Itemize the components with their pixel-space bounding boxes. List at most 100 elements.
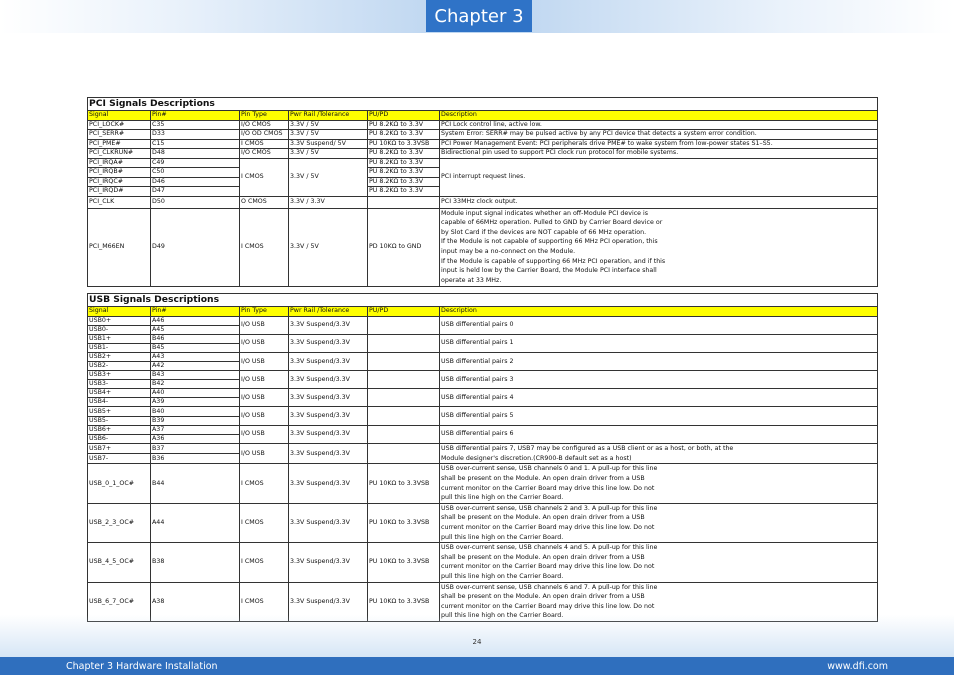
footer-chapter-title: Chapter 3 Hardware Installation	[66, 660, 218, 672]
pu-pd-cell	[367, 370, 440, 390]
pin-cell: D49	[150, 207, 240, 287]
pwr-rail-cell: 3.3V / 5V	[288, 207, 368, 287]
pu-pd-cell	[367, 406, 440, 426]
page-number: 24	[472, 638, 482, 646]
pin-type-cell: I/O USB	[239, 351, 289, 372]
col-description: Description	[438, 305, 879, 317]
usb-table-title: USB Signals Descriptions	[86, 293, 879, 307]
table-row: PCI_LOCK# C35 I/O CMOS 3.3V / 5V PU 8.2KΩ to…	[87, 119, 879, 130]
signal-cell: USB3-	[87, 379, 151, 390]
pin-cell: B40	[150, 406, 240, 417]
pin-type-cell: I/O USB	[239, 315, 289, 335]
description-line: current monitor on the Carrier Board may…	[441, 602, 655, 610]
pin-cell: C15	[150, 138, 240, 149]
signal-cell: USB_2_3_OC#	[87, 502, 151, 544]
table-row: PCI_IRQA# C49 I CMOS 3.3V / 5V PU 8.2KΩ to 3…	[87, 157, 879, 197]
pu-pd-cell: PU 10KΩ to 3.3VSB	[367, 463, 440, 504]
pwr-rail-cell: 3.3V Suspend/3.3V	[288, 424, 368, 444]
signal-cell: PCI_IRQD#	[87, 186, 151, 197]
pu-pd-cell	[367, 333, 440, 353]
description-cell: Module input signal indicates whether an…	[438, 207, 879, 287]
signal-cell: USB5-	[87, 415, 151, 426]
signal-cell: USB2-	[87, 360, 151, 372]
signal-cell: PCI_IRQC#	[87, 176, 151, 187]
signal-cell: USB_4_5_OC#	[87, 542, 151, 583]
description-cell: USB differential pairs 2	[438, 351, 879, 372]
pin-cell: C50	[150, 167, 240, 178]
description-cell: System Error: SERR# may be pulsed active…	[438, 129, 879, 140]
col-signal: Signal	[87, 305, 151, 317]
pin-cell: B44	[150, 463, 240, 504]
signal-cell: USB0-	[87, 324, 151, 335]
description-line: If the Module is capable of supporting 6…	[441, 257, 666, 265]
description-line: Module input signal indicates whether an…	[441, 209, 649, 217]
table-row: USB5+ B40 I/O USB 3.3V Suspend/3.3V USB diff…	[87, 406, 879, 426]
pin-cell: A43	[150, 351, 240, 362]
pwr-rail-cell: 3.3V Suspend/ 5V	[288, 138, 368, 149]
signal-cell: USB1-	[87, 342, 151, 353]
table-row: USB6+ A37 I/O USB 3.3V Suspend/3.3V USB diff…	[87, 424, 879, 444]
footer-bar: Chapter 3 Hardware Installation www.dfi.…	[0, 657, 954, 675]
pin-type-cell: I/O USB	[239, 370, 289, 390]
pwr-rail-cell: 3.3V / 3.3V	[288, 195, 368, 209]
pwr-rail-cell: 3.3V Suspend/3.3V	[288, 315, 368, 335]
pin-cell: A46	[150, 315, 240, 326]
description-line: by Slot Card if the devices are NOT capa…	[441, 228, 647, 236]
col-pwr-rail: Pwr Rail /Tolerance	[288, 109, 368, 121]
pin-cell: C49	[150, 157, 240, 168]
table-row: PCI_PME# C15 I CMOS 3.3V Suspend/ 5V PU 10KΩ…	[87, 138, 879, 149]
pu-pd-cell: PU 10KΩ to 3.3VSB	[367, 542, 440, 583]
pwr-rail-cell: 3.3V Suspend/3.3V	[288, 463, 368, 504]
signal-cell: PCI_CLKRUN#	[87, 148, 151, 159]
description-line: USB over-current sense, USB channels 6 a…	[441, 583, 658, 591]
pin-type-cell: I/O USB	[239, 406, 289, 426]
description-cell: USB differential pairs 1	[438, 333, 879, 353]
pin-type-cell: I/O USB	[239, 333, 289, 353]
col-pu-pd: PU/PD	[367, 305, 440, 317]
pin-cell: D46	[150, 176, 240, 187]
pin-cell: B37	[150, 442, 240, 455]
description-cell: PCI Lock control line, active low.	[438, 119, 879, 130]
pwr-rail-cell: 3.3V Suspend/3.3V	[288, 502, 368, 544]
pin-cell: A36	[150, 433, 240, 444]
description-line: current monitor on the Carrier Board may…	[441, 563, 655, 571]
description-line: capable of 66MHz operation. Pulled to GN…	[441, 219, 663, 227]
col-pwr-rail: Pwr Rail /Tolerance	[288, 305, 368, 317]
table-row: USB1+ B46 I/O USB 3.3V Suspend/3.3V USB diff…	[87, 333, 879, 353]
pwr-rail-cell: 3.3V Suspend/3.3V	[288, 406, 368, 426]
pin-cell: C35	[150, 119, 240, 130]
pci-signals-table: PCI Signals Descriptions Signal Pin# Pin…	[86, 97, 879, 287]
description-cell: USB over-current sense, USB channels 4 a…	[438, 542, 879, 583]
pin-type-cell: I/O USB	[239, 388, 289, 408]
pwr-rail-cell: 3.3V Suspend/3.3V	[288, 442, 368, 465]
pin-cell: A37	[150, 424, 240, 435]
pin-cell: B38	[150, 542, 240, 583]
pin-type-cell: I/O OD CMOS	[239, 129, 289, 140]
signal-cell: PCI_IRQB#	[87, 167, 151, 178]
description-line: input is held low by the Carrier Board, …	[441, 267, 657, 275]
col-pin: Pin#	[150, 109, 240, 121]
table-row: PCI_CLK D50 O CMOS 3.3V / 3.3V PCI 33MHz clo…	[87, 195, 879, 209]
pin-cell: B39	[150, 415, 240, 426]
pin-cell: B36	[150, 453, 240, 465]
description-cell: PCI 33MHz clock output.	[438, 195, 879, 209]
col-pin-type: Pin Type	[239, 305, 289, 317]
description-cell: USB over-current sense, USB channels 0 a…	[438, 463, 879, 504]
description-line: USB over-current sense, USB channels 0 a…	[441, 465, 658, 473]
pin-type-cell: I/O USB	[239, 442, 289, 465]
col-pin-type: Pin Type	[239, 109, 289, 121]
pin-type-cell: I CMOS	[239, 463, 289, 504]
table-row: USB_2_3_OC# A44 I CMOS 3.3V Suspend/3.3V PU …	[87, 502, 879, 544]
description-cell: USB differential pairs 5	[438, 406, 879, 426]
table-row: USB3+ B43 I/O USB 3.3V Suspend/3.3V USB diff…	[87, 370, 879, 390]
table-row: USB2+ A43 I/O USB 3.3V Suspend/3.3V USB diff…	[87, 351, 879, 372]
pu-pd-cell: PD 10KΩ to GND	[367, 207, 440, 287]
pu-pd-cell: PU 8.2KΩ to 3.3V	[367, 157, 440, 168]
footer-website-link[interactable]: www.dfi.com	[827, 661, 888, 672]
table-row: USB_0_1_OC# B44 I CMOS 3.3V Suspend/3.3V PU …	[87, 463, 879, 504]
pu-pd-cell: PU 8.2KΩ to 3.3V	[367, 148, 440, 159]
pin-type-cell: I/O CMOS	[239, 148, 289, 159]
description-cell: USB differential pairs 3	[438, 370, 879, 390]
description-line: pull this line high on the Carrier Board…	[441, 572, 564, 580]
description-line: USB over-current sense, USB channels 4 a…	[441, 544, 658, 552]
